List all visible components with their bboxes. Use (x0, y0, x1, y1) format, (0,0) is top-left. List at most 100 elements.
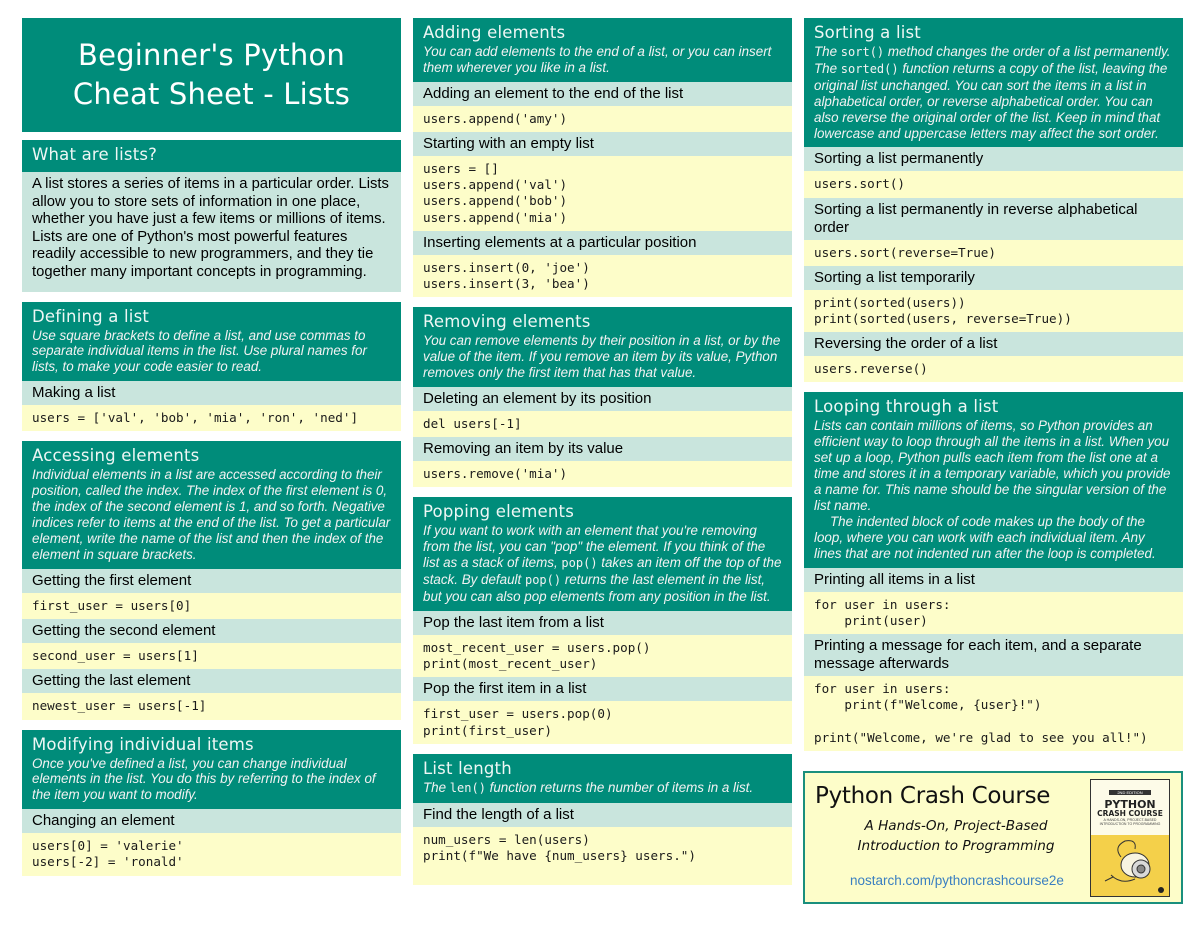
column-right: Sorting a list The sort() method changes… (804, 18, 1183, 761)
snake-rocket-illustration-icon (1104, 840, 1164, 893)
section-title: Removing elements (423, 312, 591, 332)
section-sorting-a-list: Sorting a list The sort() method changes… (804, 18, 1183, 383)
book-cover-header: 2ND EDITION PYTHON CRASH COURSE A HANDS-… (1091, 780, 1169, 835)
example-label: Getting the first element (22, 568, 401, 593)
section-defining-a-list: Defining a list Use square brackets to d… (22, 301, 401, 432)
section-header: Popping elements If you want to work wit… (413, 497, 792, 611)
inline-code: len() (449, 780, 486, 795)
code-block: users.insert(0, 'joe') users.insert(3, '… (413, 254, 792, 298)
desc-paragraph: The indented block of code makes up the … (814, 513, 1156, 561)
book-promo: Python Crash Course A Hands-On, Project-… (803, 771, 1183, 904)
section-description: Individual elements in a list are access… (32, 467, 391, 563)
desc-paragraph: Lists can contain millions of items, so … (814, 418, 1171, 513)
section-title: Adding elements (423, 23, 566, 42)
page-title-box: Beginner's Python Cheat Sheet - Lists (22, 18, 401, 132)
code-block: users.append('amy') (413, 105, 792, 133)
section-header: Accessing elements Individual elements i… (22, 441, 401, 569)
example-label: Printing all items in a list (804, 567, 1183, 592)
page-title: Beginner's Python Cheat Sheet - Lists (73, 36, 350, 114)
code-block: first_user = users.pop(0) print(first_us… (413, 701, 792, 744)
inline-code: sorted() (840, 61, 899, 76)
page-title-line1: Beginner's Python (78, 38, 345, 72)
section-title: Defining a list (32, 306, 150, 326)
intro-body-text: A list stores a series of items in a par… (22, 172, 401, 292)
section-description: Once you've defined a list, you can chan… (32, 755, 376, 803)
inline-code: pop() (561, 556, 598, 571)
section-header: Sorting a list The sort() method changes… (804, 18, 1183, 148)
example-label: Making a list (22, 381, 401, 406)
section-accessing-elements: Accessing elements Individual elements i… (22, 441, 401, 720)
code-block: for user in users: print(user) (804, 591, 1183, 635)
section-description: If you want to work with an element that… (423, 523, 782, 605)
section-removing-elements: Removing elements You can remove element… (413, 307, 792, 488)
code-block: users = ['val', 'bob', 'mia', 'ron', 'ne… (22, 405, 401, 432)
example-label: Find the length of a list (413, 802, 792, 827)
code-block: users.sort(reverse=True) (804, 239, 1183, 266)
section-description: The sort() method changes the order of a… (814, 44, 1173, 141)
example-label: Pop the last item from a list (413, 610, 792, 635)
example-label: Sorting a list temporarily (804, 265, 1183, 290)
section-popping-elements: Popping elements If you want to work wit… (413, 497, 792, 744)
code-block: users[0] = 'valerie' users[-2] = 'ronald… (22, 833, 401, 876)
code-block: print(sorted(users)) print(sorted(users,… (804, 289, 1183, 333)
section-header: List length The len() function returns t… (413, 753, 792, 803)
page-title-line2: Cheat Sheet - Lists (72, 77, 351, 111)
example-label: Getting the last element (22, 669, 401, 694)
section-header: Modifying individual items Once you've d… (22, 729, 401, 810)
example-label: Changing an element (22, 809, 401, 834)
section-title: Popping elements (423, 502, 574, 522)
code-block: newest_user = users[-1] (22, 693, 401, 720)
code-block: second_user = users[1] (22, 643, 401, 670)
section-what-are-lists: What are lists? A list stores a series o… (22, 140, 401, 292)
promo-subtitle-line1: A Hands-On, Project-Based (864, 818, 1048, 834)
example-label: Sorting a list permanently in reverse al… (804, 197, 1183, 240)
code-block: users = [] users.append('val') users.app… (413, 156, 792, 231)
desc-text: The (814, 44, 841, 59)
section-title: Sorting a list (814, 23, 921, 42)
promo-subtitle-line2: Introduction to Programming (857, 838, 1055, 854)
section-title: Accessing elements (32, 446, 200, 466)
section-title: Modifying individual items (32, 734, 254, 754)
inline-code: pop() (524, 573, 562, 588)
section-adding-elements: Adding elements You can add elements to … (413, 18, 792, 298)
section-description: Lists can contain millions of items, so … (814, 418, 1173, 561)
example-label: Reversing the order of a list (804, 332, 1183, 357)
code-block: for user in users: print(f"Welcome, {use… (804, 676, 1183, 751)
desc-text: function returns the number of items in … (485, 779, 754, 795)
section-title: Looping through a list (814, 397, 999, 417)
section-looping: Looping through a list Lists can contain… (804, 392, 1183, 751)
desc-text: The (423, 779, 450, 795)
book-title-line2: CRASH COURSE (1097, 809, 1163, 818)
example-label: Starting with an empty list (413, 132, 792, 157)
promo-title: Python Crash Course (815, 783, 1051, 809)
example-label: Sorting a list permanently (804, 147, 1183, 172)
book-tagline: A HANDS-ON, PROJECT-BASED INTRODUCTION T… (1099, 818, 1161, 826)
example-label: Deleting an element by its position (413, 386, 792, 411)
section-description: The len() function returns the number of… (423, 780, 782, 797)
section-description: You can add elements to the end of a lis… (423, 44, 772, 75)
promo-subtitle: A Hands-On, Project-Based Introduction t… (841, 816, 1071, 856)
column-middle: Adding elements You can add elements to … (413, 18, 792, 895)
section-modifying-items: Modifying individual items Once you've d… (22, 729, 401, 876)
section-title: List length (423, 758, 512, 778)
section-title: What are lists? (32, 145, 158, 164)
section-header: Adding elements You can add elements to … (413, 18, 792, 82)
section-description: Use square brackets to define a list, an… (32, 327, 367, 375)
book-edition: 2ND EDITION (1109, 790, 1151, 795)
example-label: Pop the first item in a list (413, 677, 792, 702)
section-header: Defining a list Use square brackets to d… (22, 301, 401, 382)
example-label: Removing an item by its value (413, 437, 792, 462)
example-label: Getting the second element (22, 619, 401, 644)
example-label: Inserting elements at a particular posit… (413, 230, 792, 255)
section-description: You can remove elements by their positio… (423, 333, 781, 381)
code-block: del users[-1] (413, 410, 792, 438)
section-list-length: List length The len() function returns t… (413, 753, 792, 886)
inline-code: sort() (840, 45, 885, 59)
code-block: most_recent_user = users.pop() print(mos… (413, 634, 792, 678)
section-header: Removing elements You can remove element… (413, 307, 792, 387)
column-left: Beginner's Python Cheat Sheet - Lists Wh… (22, 18, 401, 886)
section-header: What are lists? (22, 140, 401, 172)
code-block: users.remove('mia') (413, 461, 792, 488)
promo-link[interactable]: nostarch.com/pythoncrashcourse2e (850, 873, 1064, 888)
code-block: users.reverse() (804, 356, 1183, 383)
